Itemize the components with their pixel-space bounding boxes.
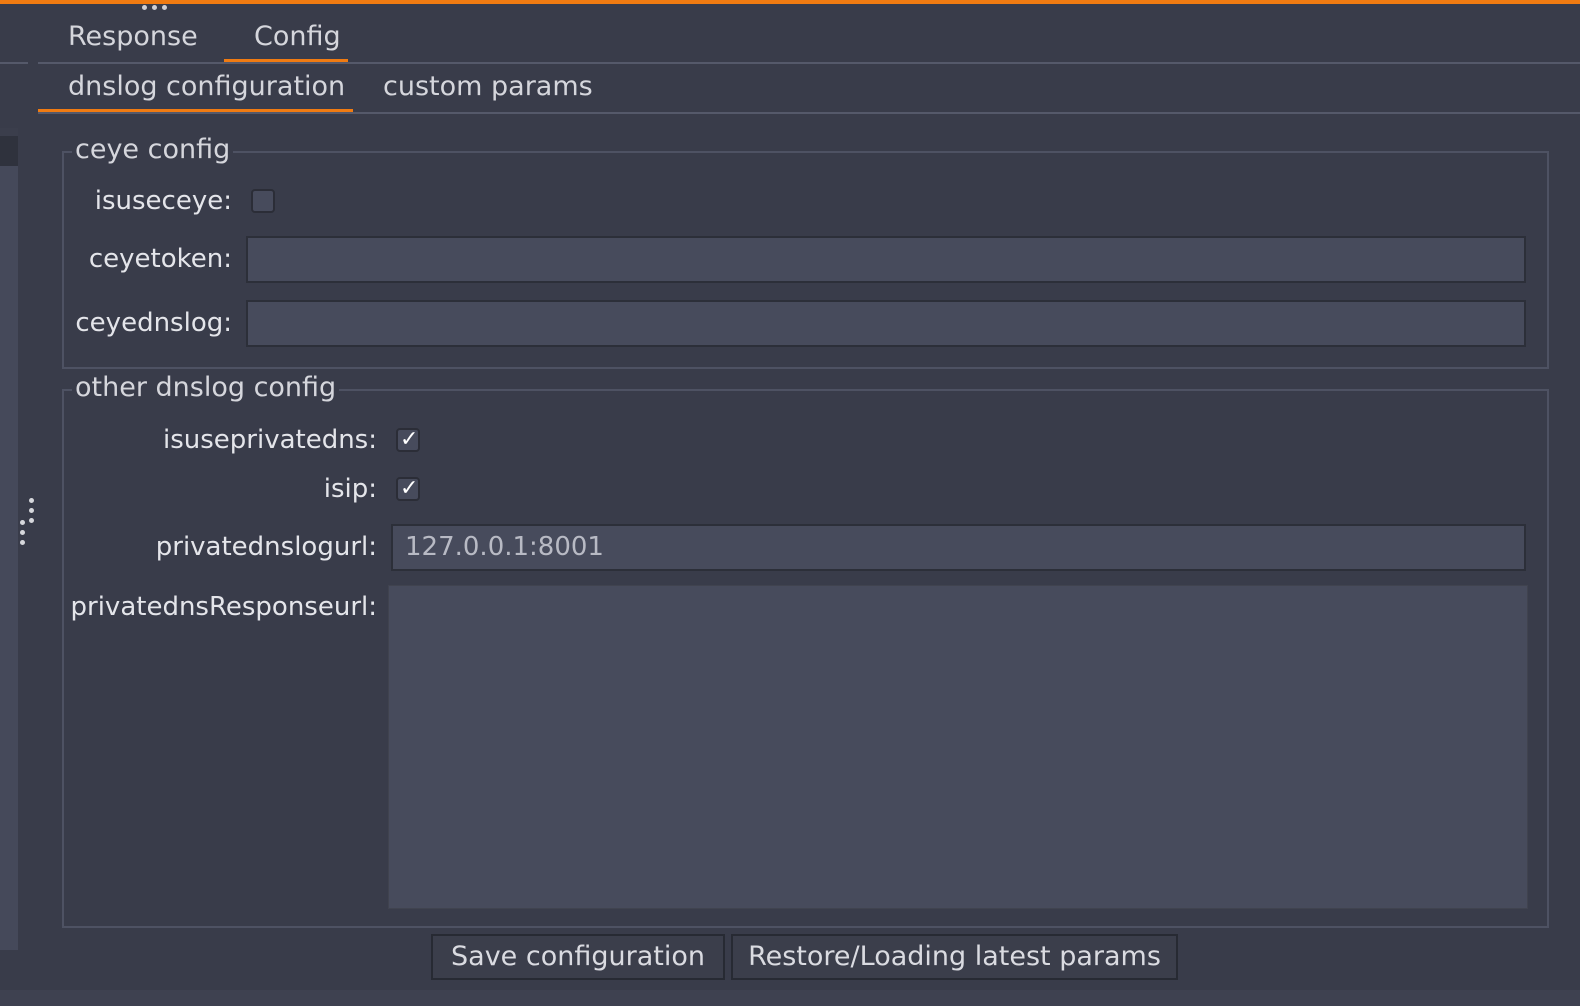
save-configuration-button[interactable]: Save configuration	[431, 934, 725, 980]
restore-params-button[interactable]: Restore/Loading latest params	[731, 934, 1178, 980]
privatednslogurl-label: privatednslogurl:	[155, 532, 377, 562]
isuseceye-label: isuseceye:	[94, 186, 232, 216]
tab-response-label: Response	[68, 21, 198, 52]
isip-label: isip:	[323, 474, 377, 504]
tab-config[interactable]: Config	[224, 12, 348, 62]
isuseceye-checkbox[interactable]	[251, 189, 275, 213]
ceyednslog-input[interactable]	[246, 300, 1526, 347]
privatednslogurl-input[interactable]: 127.0.0.1:8001	[391, 524, 1526, 571]
bottom-status-bar	[0, 990, 1580, 1006]
main-tab-divider-left	[0, 62, 28, 64]
checkmark-icon: ✓	[400, 476, 419, 501]
ceyednslog-label: ceyednslog:	[75, 308, 232, 338]
privatednsresponseurl-label: privatednsResponseurl:	[70, 592, 377, 622]
splitter-grip-icon[interactable]	[18, 498, 40, 550]
tab-dnslog-configuration[interactable]: dnslog configuration	[38, 62, 353, 112]
tab-config-label: Config	[254, 21, 341, 52]
left-side-panel	[0, 128, 18, 950]
left-side-panel-header	[0, 128, 18, 136]
tab-response[interactable]: Response	[38, 12, 224, 62]
checkmark-icon: ✓	[400, 427, 419, 452]
ceye-config-legend: ceye config	[72, 134, 234, 165]
tab-custom-params[interactable]: custom params	[353, 62, 603, 112]
privatednsresponseurl-textarea[interactable]	[388, 585, 1528, 909]
ceyetoken-label: ceyetoken:	[88, 244, 232, 274]
tab-dnslog-configuration-label: dnslog configuration	[68, 71, 346, 102]
ceyetoken-input[interactable]	[246, 236, 1526, 283]
isuseprivatedns-label: isuseprivatedns:	[162, 425, 377, 455]
isip-checkbox[interactable]: ✓	[396, 476, 420, 501]
sub-tab-divider	[38, 112, 1580, 114]
window-top-accent-bar	[0, 0, 1580, 4]
other-dnslog-config-legend: other dnslog config	[72, 372, 340, 403]
tab-custom-params-label: custom params	[383, 71, 593, 102]
left-side-panel-selected-row[interactable]	[0, 136, 18, 166]
isuseprivatedns-checkbox[interactable]: ✓	[396, 427, 420, 452]
